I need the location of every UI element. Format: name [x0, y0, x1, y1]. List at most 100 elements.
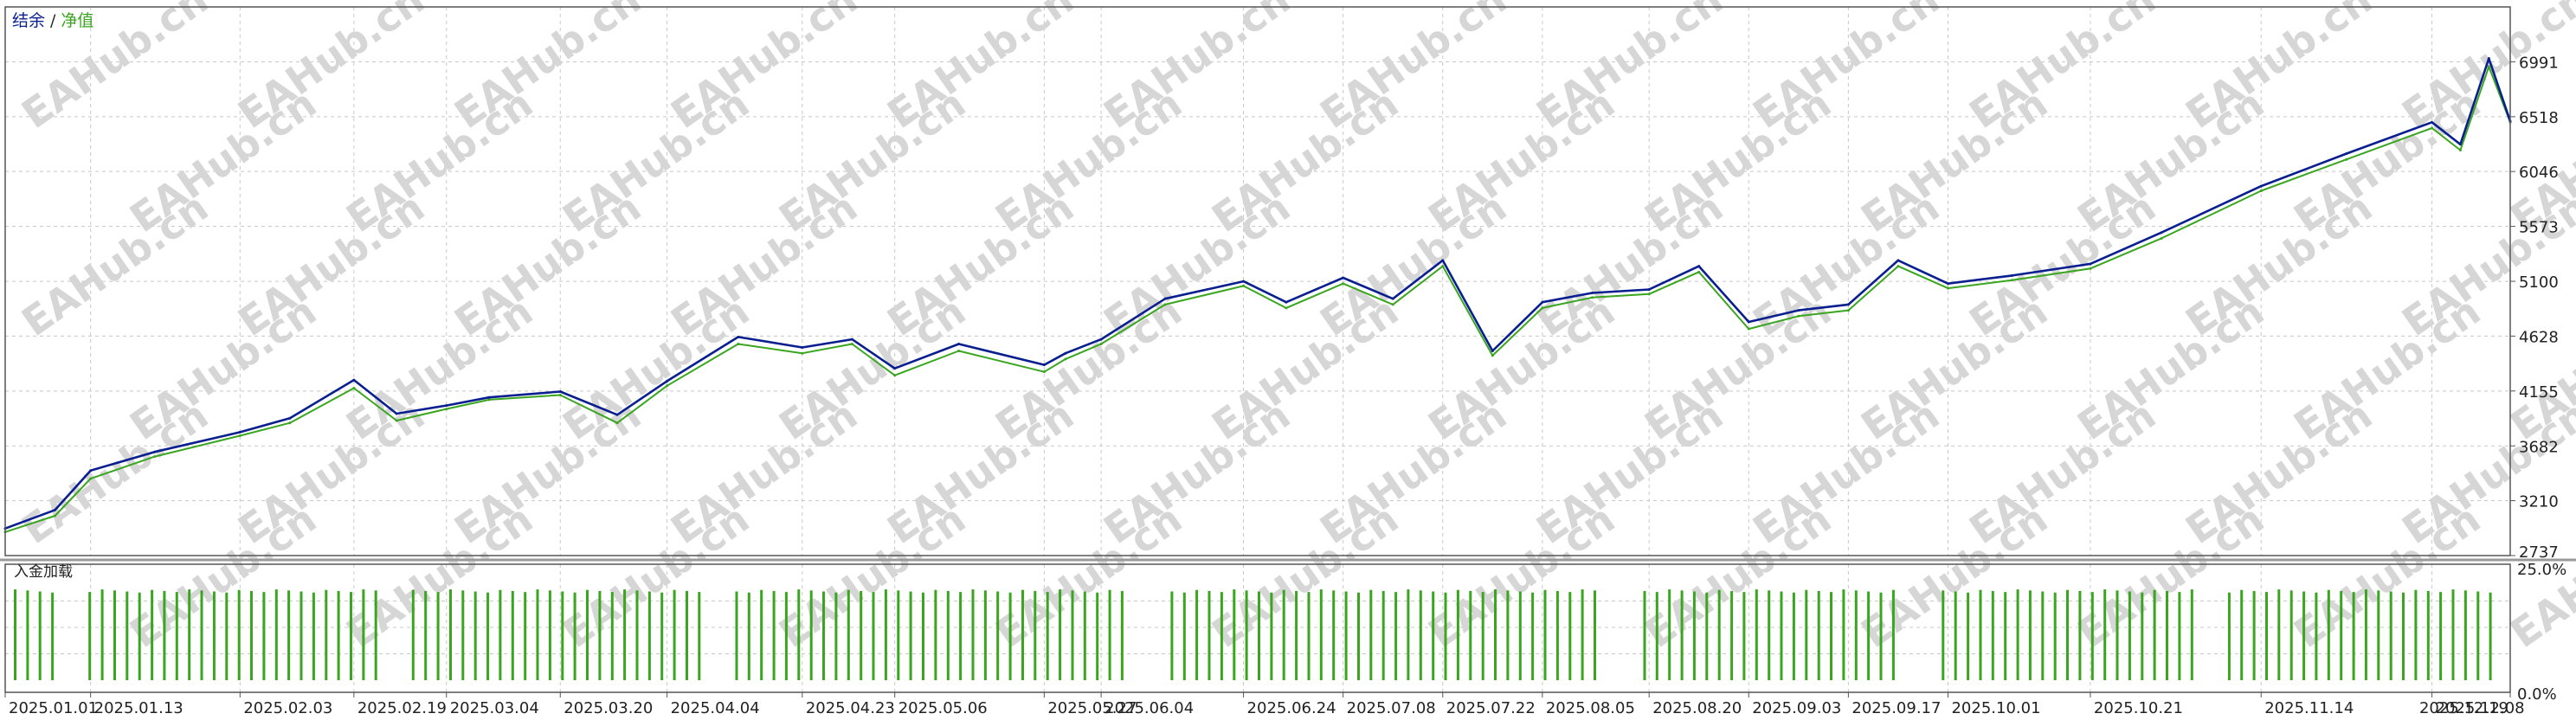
equity-line-point	[615, 421, 619, 425]
y-tick-label: 5100	[2519, 273, 2559, 292]
equity-line-point	[1797, 314, 1800, 318]
deposit-load-bar	[350, 592, 352, 680]
deposit-load-bar	[1531, 592, 1535, 680]
deposit-load-bar	[1120, 590, 1124, 680]
deposit-load-bar	[598, 590, 602, 680]
balance-line-point	[2259, 184, 2263, 188]
deposit-load-bar	[1692, 591, 1696, 680]
deposit-load-bar	[797, 589, 801, 680]
deposit-load-bar	[1979, 589, 1982, 680]
equity-line-point	[288, 421, 292, 425]
deposit-load-bar	[1059, 589, 1062, 680]
legend-balance: 结余	[12, 11, 45, 30]
deposit-load-bar	[1830, 592, 1832, 680]
x-tick-label: 2025.01.13	[94, 699, 184, 717]
balance-line-point	[1163, 297, 1167, 300]
deposit-load-bar	[772, 590, 776, 680]
x-tick-label: 2025.09.03	[1752, 699, 1841, 717]
equity-line-point	[1491, 354, 1494, 357]
balance-line-point	[1697, 265, 1701, 268]
balance-line-point	[737, 335, 740, 338]
deposit-load-bar	[2315, 592, 2318, 680]
lower-pane-y-max: 25.0%	[2517, 561, 2566, 579]
deposit-load-bar	[1182, 592, 1186, 680]
deposit-load-bar	[647, 591, 651, 680]
balance-line-point	[487, 395, 491, 399]
equity-line-point	[801, 351, 804, 355]
x-tick-label: 2025.06.04	[1104, 699, 1194, 717]
deposit-load-bar	[1469, 590, 1472, 680]
deposit-load-bar	[586, 589, 589, 680]
deposit-load-bar	[2426, 590, 2430, 680]
deposit-load-bar	[1668, 589, 1671, 680]
deposit-load-bar	[461, 590, 465, 680]
deposit-load-bar	[237, 589, 241, 680]
equity-line-point	[1099, 342, 1103, 345]
deposit-load-bar	[1568, 592, 1572, 680]
deposit-load-bar	[1008, 592, 1012, 680]
x-tick-label: 2025.02.03	[243, 699, 332, 717]
balance-line-point	[1491, 350, 1494, 353]
x-tick-label: 2025.08.05	[1546, 699, 1635, 717]
deposit-load-bar	[312, 592, 315, 680]
deposit-load-bar	[411, 589, 415, 680]
deposit-load-bar	[2016, 589, 2019, 680]
deposit-load-bar	[524, 592, 527, 680]
x-tick-label: 2025.03.04	[450, 699, 539, 717]
balance-line-point	[2160, 231, 2163, 235]
deposit-load-bar	[673, 589, 676, 680]
deposit-load-bar	[1581, 589, 1584, 680]
deposit-load-bar	[971, 589, 975, 680]
deposit-load-bar	[735, 591, 738, 680]
balance-line-point	[1285, 300, 1288, 304]
deposit-load-bar	[2178, 592, 2181, 680]
deposit-load-bar	[1481, 592, 1484, 680]
deposit-load-bar	[1792, 592, 1795, 680]
deposit-load-bar	[250, 590, 253, 680]
balance-line-point	[1441, 259, 1445, 262]
deposit-load-bar	[511, 590, 514, 680]
deposit-load-bar	[449, 589, 452, 680]
deposit-load-bar	[2489, 592, 2492, 680]
equity-line-point	[1042, 370, 1046, 374]
deposit-load-bar	[126, 591, 129, 680]
deposit-load-bar	[2153, 589, 2156, 680]
deposit-load-bar	[1307, 592, 1311, 680]
deposit-load-bar	[561, 591, 564, 680]
deposit-load-bar	[909, 591, 912, 680]
balance-line-point	[558, 389, 562, 393]
deposit-load-bar	[1867, 591, 1871, 680]
equity-line-point	[1342, 282, 1345, 286]
deposit-load-bar	[1170, 591, 1174, 680]
deposit-load-bar	[2352, 592, 2355, 680]
legend-separator: /	[50, 11, 56, 30]
balance-line-point	[1391, 297, 1394, 300]
balance-line-point	[1590, 291, 1594, 294]
y-tick-label: 3682	[2519, 438, 2559, 456]
equity-line-point	[2259, 189, 2263, 192]
deposit-load-bar	[2227, 592, 2231, 680]
deposit-load-bar	[884, 589, 887, 680]
x-tick-label: 2025.09.17	[1852, 699, 1941, 717]
equity-line-point	[737, 342, 740, 345]
balance-line-point	[89, 469, 93, 472]
deposit-load-bar	[1805, 589, 1808, 680]
equity-line-point	[153, 455, 157, 459]
deposit-load-bar	[2340, 590, 2343, 680]
deposit-load-bar	[2066, 589, 2069, 680]
equity-line-point	[1391, 303, 1394, 306]
deposit-load-bar	[1705, 592, 1709, 680]
deposit-load-bar	[660, 592, 664, 680]
deposit-load-bar	[1108, 589, 1111, 680]
deposit-load-bar	[1768, 590, 1771, 680]
deposit-load-bar	[88, 592, 92, 680]
deposit-load-bar	[1594, 590, 1596, 680]
deposit-load-bar	[200, 590, 203, 680]
balance-line-point	[1846, 303, 1850, 306]
equity-line-point	[2487, 65, 2490, 68]
equity-line-point	[850, 342, 853, 345]
deposit-load-bar	[299, 591, 303, 680]
deposit-load-bar	[14, 589, 16, 680]
balance-line-point	[1647, 287, 1651, 291]
deposit-load-bar	[1295, 590, 1298, 680]
